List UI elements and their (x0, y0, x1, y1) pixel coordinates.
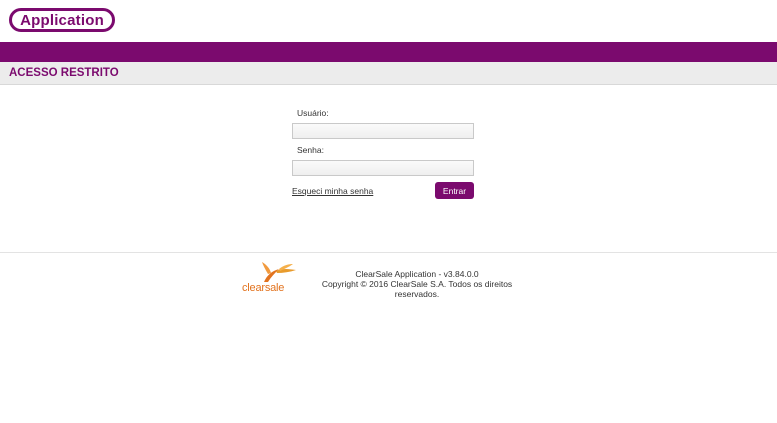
clearsale-brand-text: clearsale (242, 282, 285, 294)
top-nav-bar (0, 42, 777, 62)
username-input[interactable] (292, 123, 474, 139)
clearsale-logo: clearsale (240, 262, 300, 296)
username-label: Usuário: (297, 108, 329, 118)
app-logo: Application (9, 8, 115, 32)
footer-info: ClearSale Application - v3.84.0.0 Copyri… (312, 269, 522, 299)
bird-icon (262, 262, 296, 282)
login-button[interactable]: Entrar (435, 182, 474, 199)
section-header: ACESSO RESTRITO (0, 62, 777, 85)
page-title: ACESSO RESTRITO (9, 67, 119, 79)
forgot-password-link[interactable]: Esqueci minha senha (292, 186, 373, 196)
header: Application (0, 0, 777, 42)
copyright-text: Copyright © 2016 ClearSale S.A. Todos os… (321, 279, 513, 299)
password-input[interactable] (292, 160, 474, 176)
app-logo-text: Application (20, 11, 104, 29)
footer-divider (0, 252, 777, 253)
version-text: ClearSale Application - v3.84.0.0 (355, 269, 479, 279)
password-label: Senha: (297, 145, 324, 155)
